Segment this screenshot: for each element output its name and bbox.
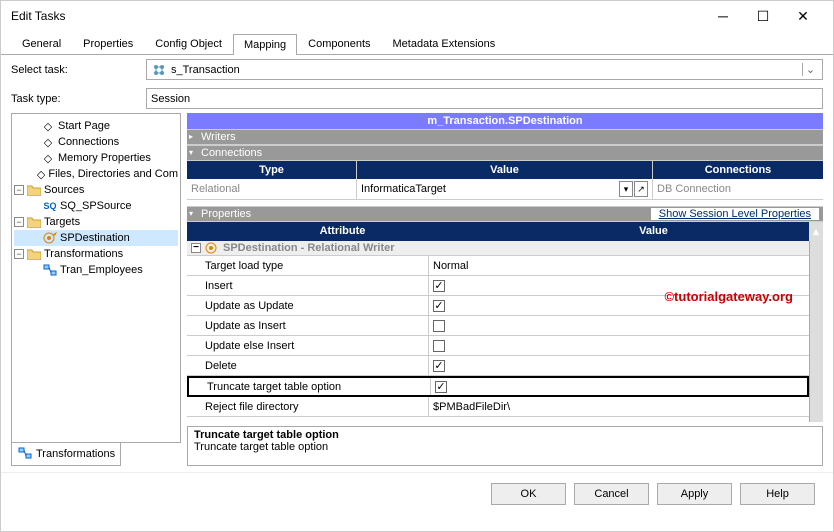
properties-header[interactable]: ▾ Properties Show Session Level Properti…	[187, 206, 823, 222]
minimize-button[interactable]: ─	[703, 1, 743, 31]
dialog-footer: OK Cancel Apply Help	[1, 472, 833, 515]
conn-type-cell: Relational	[187, 179, 357, 199]
tree-panel: ◇Start Page ◇Connections ◇Memory Propert…	[11, 113, 181, 466]
close-button[interactable]: ✕	[783, 1, 823, 31]
target-icon	[42, 231, 58, 245]
conn-value-text: InformaticaTarget	[361, 183, 618, 195]
attr-delete[interactable]: Delete	[187, 356, 809, 376]
checkbox-icon[interactable]	[433, 300, 445, 312]
task-type-label: Task type:	[11, 93, 146, 105]
tab-components[interactable]: Components	[297, 33, 381, 54]
attr-insert[interactable]: Insert	[187, 276, 809, 296]
checkbox-icon[interactable]	[433, 280, 445, 292]
tree-targets[interactable]: −Targets	[14, 214, 178, 230]
select-task-value: s_Transaction	[171, 64, 802, 76]
tree-files-directories[interactable]: ◇Files, Directories and Com	[14, 166, 178, 182]
window-title: Edit Tasks	[11, 9, 703, 23]
folder-icon	[26, 215, 42, 229]
description-body: Truncate target table option	[194, 441, 816, 453]
select-task-row: Select task: s_Transaction ⌄	[1, 55, 833, 84]
task-type-field: Session	[146, 88, 823, 109]
col-type: Type	[187, 161, 357, 179]
task-type-value: Session	[151, 93, 818, 105]
tab-mapping[interactable]: Mapping	[233, 34, 297, 55]
tree-memory-properties[interactable]: ◇Memory Properties	[14, 150, 178, 166]
properties-label: Properties	[201, 208, 251, 220]
tree-tran-employees[interactable]: Tran_Employees	[14, 262, 178, 278]
tree-sources[interactable]: −Sources	[14, 182, 178, 198]
session-icon	[151, 62, 167, 78]
attr-update-as-insert[interactable]: Update as Insert	[187, 316, 809, 336]
connections-columns: Type Value Connections	[187, 161, 823, 179]
attribute-grid: −SPDestination - Relational Writer Targe…	[187, 241, 823, 422]
tree-start-page[interactable]: ◇Start Page	[14, 118, 178, 134]
conn-connections-cell: DB Connection	[653, 179, 823, 199]
writers-header[interactable]: ▸Writers	[187, 129, 823, 145]
section-title: m_Transaction.SPDestination	[187, 113, 823, 129]
detail-panel: m_Transaction.SPDestination ▸Writers ▾Co…	[187, 113, 823, 466]
sq-icon: SQ	[42, 199, 58, 213]
tree-transformations[interactable]: −Transformations	[14, 246, 178, 262]
checkbox-icon[interactable]	[433, 360, 445, 372]
cancel-button[interactable]: Cancel	[574, 483, 649, 505]
diamond-icon: ◇	[40, 119, 56, 133]
tree-tab-label: Transformations	[36, 448, 115, 460]
chevron-down-icon: ⌄	[802, 63, 818, 76]
navigation-tree[interactable]: ◇Start Page ◇Connections ◇Memory Propert…	[11, 113, 181, 443]
help-button[interactable]: Help	[740, 483, 815, 505]
diamond-icon: ◇	[40, 151, 56, 165]
tree-connections[interactable]: ◇Connections	[14, 134, 178, 150]
group-spdestination[interactable]: −SPDestination - Relational Writer	[187, 241, 809, 256]
browse-icon[interactable]: ↗	[634, 181, 648, 197]
tab-general[interactable]: General	[11, 33, 72, 54]
checkbox-icon[interactable]	[435, 381, 447, 393]
checkbox-icon[interactable]	[433, 320, 445, 332]
attr-truncate-target[interactable]: Truncate target table option	[187, 376, 809, 397]
select-task-dropdown[interactable]: s_Transaction ⌄	[146, 59, 823, 80]
col-attribute: Attribute	[187, 222, 498, 241]
folder-icon	[26, 183, 42, 197]
collapse-icon[interactable]: −	[14, 217, 24, 227]
checkbox-icon[interactable]	[433, 340, 445, 352]
col-connections: Connections	[653, 161, 823, 179]
col-value: Value	[357, 161, 653, 179]
tree-spdestination[interactable]: SPDestination	[14, 230, 178, 246]
description-box: Truncate target table option Truncate ta…	[187, 426, 823, 466]
maximize-button[interactable]: ☐	[743, 1, 783, 31]
folder-icon	[26, 247, 42, 261]
ok-button[interactable]: OK	[491, 483, 566, 505]
connections-header[interactable]: ▾Connections	[187, 145, 823, 161]
tab-properties[interactable]: Properties	[72, 33, 144, 54]
collapse-icon[interactable]: −	[14, 249, 24, 259]
tab-config-object[interactable]: Config Object	[144, 33, 233, 54]
attr-update-as-update[interactable]: Update as Update	[187, 296, 809, 316]
description-title: Truncate target table option	[194, 429, 816, 441]
tab-metadata-extensions[interactable]: Metadata Extensions	[382, 33, 507, 54]
task-type-row: Task type: Session	[1, 84, 833, 113]
collapse-icon[interactable]: −	[14, 185, 24, 195]
apply-button[interactable]: Apply	[657, 483, 732, 505]
vertical-scrollbar[interactable]	[809, 241, 823, 422]
dropdown-icon[interactable]: ▾	[619, 181, 633, 197]
tree-tab-transformations[interactable]: Transformations	[11, 443, 121, 466]
tab-strip: General Properties Config Object Mapping…	[1, 31, 833, 55]
conn-value-cell[interactable]: InformaticaTarget ▾ ↗	[357, 179, 653, 199]
show-session-level-link[interactable]: Show Session Level Properties	[651, 208, 819, 220]
attr-reject-file-dir[interactable]: Reject file directory$PMBadFileDir\	[187, 397, 809, 417]
attr-target-load-type[interactable]: Target load typeNormal	[187, 256, 809, 276]
attr-update-else-insert[interactable]: Update else Insert	[187, 336, 809, 356]
transformations-icon	[18, 447, 32, 461]
target-icon	[205, 242, 219, 254]
trans-icon	[42, 263, 58, 277]
titlebar: Edit Tasks ─ ☐ ✕	[1, 1, 833, 31]
diamond-icon: ◇	[36, 167, 47, 181]
diamond-icon: ◇	[40, 135, 56, 149]
tree-sq-spsource[interactable]: SQSQ_SPSource	[14, 198, 178, 214]
select-task-label: Select task:	[11, 64, 146, 76]
col-attr-value: Value	[498, 222, 809, 241]
connection-row[interactable]: Relational InformaticaTarget ▾ ↗ DB Conn…	[187, 179, 823, 200]
attribute-columns: Attribute Value ▴	[187, 222, 823, 241]
